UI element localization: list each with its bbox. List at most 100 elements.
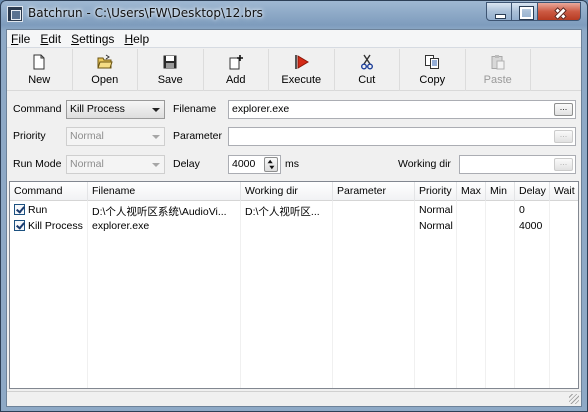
cell-priority: Normal	[415, 203, 457, 219]
workingdir-field[interactable]: ...	[459, 155, 576, 174]
new-label: New	[28, 74, 51, 86]
cut-label: Cut	[358, 74, 376, 86]
cell-filename: explorer.exe	[88, 219, 241, 235]
menu-file[interactable]: File	[7, 30, 36, 47]
filename-field[interactable]: explorer.exe ...	[228, 100, 576, 119]
cut-button[interactable]: Cut	[335, 49, 400, 91]
filename-browse-button[interactable]: ...	[554, 103, 573, 116]
execute-label: Execute	[281, 74, 322, 86]
add-button[interactable]: Add	[204, 49, 269, 91]
commands-list[interactable]: Command Filename Working dir Parameter P…	[9, 181, 579, 389]
new-file-icon	[33, 54, 45, 70]
delay-spinner[interactable]: 4000	[228, 155, 281, 174]
filename-label: Filename	[173, 103, 217, 115]
cell-min	[486, 219, 515, 235]
table-row[interactable]: Run D:\个人视听区系统\AudioVi... D:\个人视听区... No…	[10, 203, 578, 219]
runmode-select[interactable]: Normal	[66, 155, 165, 174]
filename-value: explorer.exe	[232, 103, 290, 115]
open-folder-icon	[97, 54, 113, 69]
cell-parameter	[333, 203, 415, 219]
menu-settings[interactable]: Settings	[67, 30, 120, 47]
chevron-down-icon	[152, 163, 160, 167]
paste-clipboard-icon	[491, 55, 505, 70]
copy-button[interactable]: Copy	[400, 49, 466, 91]
column-header-priority[interactable]: Priority	[415, 182, 457, 201]
priority-label: Priority	[13, 130, 46, 142]
column-header-command[interactable]: Command	[10, 182, 88, 201]
column-header-min[interactable]: Min	[486, 182, 515, 201]
app-window: Batchrun - C:\Users\FW\Desktop\12.brs Fi…	[0, 0, 588, 412]
cell-delay: 0	[515, 203, 550, 219]
command-label: Command	[13, 103, 62, 115]
row-checkbox[interactable]	[14, 220, 25, 231]
close-button[interactable]	[538, 2, 581, 21]
client-area: File Edit Settings Help New Open Save Ad…	[6, 29, 582, 407]
maximize-button[interactable]	[512, 2, 538, 21]
menu-bar: File Edit Settings Help	[7, 30, 581, 48]
save-label: Save	[157, 74, 183, 86]
minimize-button[interactable]	[486, 2, 512, 21]
save-button[interactable]: Save	[138, 49, 204, 91]
column-header-parameter[interactable]: Parameter	[333, 182, 415, 201]
execute-button[interactable]: Execute	[269, 49, 335, 91]
runmode-value: Normal	[70, 158, 104, 170]
list-header: Command Filename Working dir Parameter P…	[10, 182, 578, 201]
cell-filename: D:\个人视听区系统\AudioVi...	[88, 203, 241, 219]
column-header-filename[interactable]: Filename	[88, 182, 241, 201]
open-label: Open	[91, 74, 119, 86]
save-disk-icon	[163, 55, 177, 69]
workingdir-browse-button[interactable]: ...	[554, 158, 573, 171]
parameter-browse-button[interactable]: ...	[554, 130, 573, 143]
title-bar[interactable]: Batchrun - C:\Users\FW\Desktop\12.brs	[1, 1, 587, 27]
column-header-workingdir[interactable]: Working dir	[241, 182, 333, 201]
scissors-icon	[360, 54, 373, 70]
priority-value: Normal	[70, 130, 104, 142]
priority-select[interactable]: Normal	[66, 127, 165, 146]
status-bar	[7, 391, 581, 406]
parameter-field[interactable]: ...	[228, 127, 576, 146]
open-button[interactable]: Open	[73, 49, 138, 91]
column-header-wait[interactable]: Wait	[550, 182, 578, 201]
toolbar: New Open Save Add Execute Cut Copy Paste	[7, 49, 581, 91]
cell-wait	[550, 203, 578, 219]
delay-value: 4000	[232, 158, 256, 170]
menu-edit[interactable]: Edit	[36, 30, 67, 47]
window-title: Batchrun - C:\Users\FW\Desktop\12.brs	[28, 6, 263, 20]
command-select[interactable]: Kill Process	[66, 100, 165, 119]
row-checkbox[interactable]	[14, 204, 25, 215]
menu-help[interactable]: Help	[120, 30, 155, 47]
copy-label: Copy	[419, 74, 446, 86]
column-header-delay[interactable]: Delay	[515, 182, 550, 201]
command-value: Kill Process	[70, 103, 125, 115]
cell-workingdir: D:\个人视听区...	[241, 203, 333, 219]
table-row[interactable]: Kill Process explorer.exe Normal 4000	[10, 219, 578, 235]
spinner-arrows-icon[interactable]	[264, 157, 278, 172]
cell-wait	[550, 219, 578, 235]
add-label: Add	[225, 74, 246, 86]
cell-delay: 4000	[515, 219, 550, 235]
parameter-label: Parameter	[173, 130, 223, 142]
app-icon[interactable]	[7, 6, 23, 22]
chevron-down-icon	[152, 108, 160, 112]
column-header-max[interactable]: Max	[457, 182, 486, 201]
caption-buttons	[486, 2, 581, 21]
workingdir-label: Working dir	[398, 158, 451, 170]
cell-command: Run	[10, 203, 88, 219]
add-item-icon	[229, 55, 243, 70]
delay-label: Delay	[173, 158, 200, 170]
resize-grip-icon[interactable]	[569, 394, 579, 404]
cell-max	[457, 203, 486, 219]
cell-priority: Normal	[415, 219, 457, 235]
cell-min	[486, 203, 515, 219]
runmode-label: Run Mode	[13, 158, 62, 170]
copy-icon	[425, 55, 440, 69]
execute-play-icon	[295, 55, 310, 69]
cell-max	[457, 219, 486, 235]
delay-unit: ms	[285, 158, 299, 170]
cell-parameter	[333, 219, 415, 235]
chevron-down-icon	[152, 135, 160, 139]
new-button[interactable]: New	[7, 49, 73, 91]
cell-workingdir	[241, 219, 333, 235]
paste-button[interactable]: Paste	[466, 49, 531, 91]
